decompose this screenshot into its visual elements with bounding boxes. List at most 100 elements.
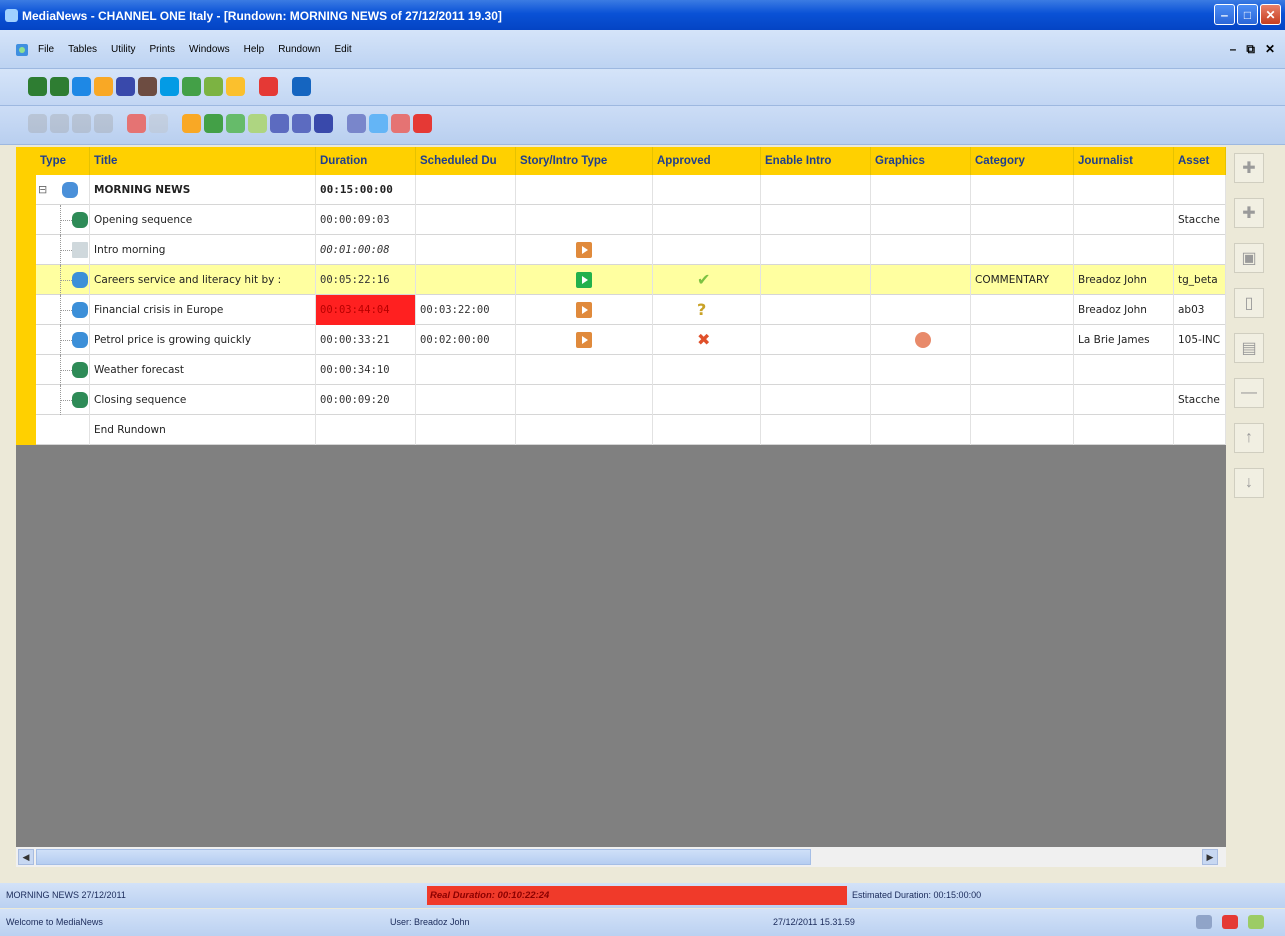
mdi-document-icon[interactable]	[14, 42, 30, 58]
table-row[interactable]: Careers service and literacy hit by :00:…	[16, 265, 1226, 295]
menu-help[interactable]: Help	[244, 44, 265, 55]
add-story-icon[interactable]: ✚	[1234, 153, 1264, 183]
column-header-enable-intro[interactable]: Enable Intro	[761, 147, 871, 175]
menu-rundown[interactable]: Rundown	[278, 44, 320, 55]
menu-prints[interactable]: Prints	[149, 44, 175, 55]
copy-story-icon[interactable]: ▤	[1234, 333, 1264, 363]
separator-icon[interactable]: —	[1234, 378, 1264, 408]
pending-approval-icon[interactable]: ?	[697, 295, 706, 325]
media-icon[interactable]	[138, 77, 157, 96]
graphics-icon[interactable]	[915, 332, 931, 348]
table-row[interactable]: ⊟ MORNING NEWS 00:15:00:00	[16, 175, 1226, 205]
close-button[interactable]: ✕	[1260, 4, 1281, 25]
menu-windows[interactable]: Windows	[189, 44, 230, 55]
mdi-close-button[interactable]: ✕	[1265, 42, 1275, 57]
row-indicator[interactable]	[16, 355, 36, 385]
table-row[interactable]: Weather forecast 00:00:34:10	[16, 355, 1226, 385]
column-header-duration[interactable]: Duration	[316, 147, 416, 175]
rundown-list-icon[interactable]	[50, 77, 69, 96]
table-row[interactable]: Opening sequence 00:00:09:03 Stacche	[16, 205, 1226, 235]
table-row[interactable]: Intro morning 00:01:00:08	[16, 235, 1226, 265]
paste-icon[interactable]	[72, 114, 91, 133]
column-header-category[interactable]: Category	[971, 147, 1074, 175]
story-icon[interactable]	[72, 77, 91, 96]
intro-type-icon[interactable]	[576, 302, 592, 318]
cut-icon[interactable]	[94, 114, 113, 133]
horizontal-scrollbar[interactable]: ◀ ▶	[16, 847, 1226, 867]
approved-cell	[653, 235, 761, 265]
row-indicator[interactable]	[16, 325, 36, 355]
row-indicator[interactable]	[16, 235, 36, 265]
globe-icon[interactable]	[1196, 915, 1212, 929]
users-icon[interactable]	[226, 114, 245, 133]
row-indicator[interactable]	[16, 175, 36, 205]
approved-check-icon[interactable]: ✔	[697, 265, 710, 295]
move-down-icon[interactable]	[391, 114, 410, 133]
table-row[interactable]: Closing sequence 00:00:09:20 Stacche	[16, 385, 1226, 415]
exit-icon[interactable]	[259, 77, 278, 96]
page-icon[interactable]: ▯	[1234, 288, 1264, 318]
group-icon[interactable]	[204, 77, 223, 96]
scroll-thumb[interactable]	[36, 849, 811, 865]
column-header-type[interactable]: Type	[36, 147, 90, 175]
scroll-left-arrow[interactable]: ◀	[18, 849, 34, 865]
intro-type-icon[interactable]	[576, 332, 592, 348]
assets-icon[interactable]	[116, 77, 135, 96]
column-header-story-intro-type[interactable]: Story/Intro Type	[516, 147, 653, 175]
archive-icon[interactable]	[94, 77, 113, 96]
column-header-title[interactable]: Title	[90, 147, 316, 175]
column-header-scheduled-du[interactable]: Scheduled Du	[416, 147, 516, 175]
stop-icon[interactable]	[413, 114, 432, 133]
collapse-icon[interactable]: ⊟	[38, 175, 47, 205]
help-icon[interactable]	[292, 77, 311, 96]
clip-icon[interactable]	[149, 114, 168, 133]
save-icon[interactable]	[314, 114, 333, 133]
table-row[interactable]: End Rundown	[16, 415, 1226, 445]
redo-icon[interactable]	[292, 114, 311, 133]
row-indicator[interactable]	[16, 205, 36, 235]
rundown-icon[interactable]	[28, 77, 47, 96]
rejected-icon[interactable]: ✖	[697, 325, 710, 355]
row-indicator[interactable]	[16, 385, 36, 415]
users-status-icon[interactable]	[1248, 915, 1264, 929]
new-story-icon[interactable]	[28, 114, 47, 133]
insert-icon[interactable]: ▣	[1234, 243, 1264, 273]
move-up-icon[interactable]	[369, 114, 388, 133]
story-type-icon[interactable]	[576, 272, 592, 288]
calendar-icon[interactable]	[226, 77, 245, 96]
row-indicator[interactable]	[16, 295, 36, 325]
table-row[interactable]: Financial crisis in Europe 00:03:44:04 00:…	[16, 295, 1226, 325]
row-indicator[interactable]	[16, 415, 36, 445]
add-item-icon[interactable]: ✚	[1234, 198, 1264, 228]
menu-edit[interactable]: Edit	[334, 44, 351, 55]
scroll-right-arrow[interactable]: ▶	[1202, 849, 1218, 865]
users-icon[interactable]	[182, 77, 201, 96]
minimize-button[interactable]: ‒	[1214, 4, 1235, 25]
search-icon[interactable]	[160, 77, 179, 96]
maximize-button[interactable]: □	[1237, 4, 1258, 25]
move-down-icon[interactable]: ↓	[1234, 468, 1264, 498]
disconnect-icon[interactable]	[1222, 915, 1238, 929]
tools-icon[interactable]	[347, 114, 366, 133]
column-header-approved[interactable]: Approved	[653, 147, 761, 175]
approve-icon[interactable]	[182, 114, 201, 133]
menu-tables[interactable]: Tables	[68, 44, 97, 55]
menu-utility[interactable]: Utility	[111, 44, 135, 55]
assign-icon[interactable]	[248, 114, 267, 133]
menu-file[interactable]: File	[38, 44, 54, 55]
move-up-icon[interactable]: ↑	[1234, 423, 1264, 453]
intro-type-icon[interactable]	[576, 242, 592, 258]
mdi-minimize-button[interactable]: –	[1230, 42, 1237, 57]
row-indicator[interactable]	[16, 265, 36, 295]
mdi-restore-button[interactable]: ⧉	[1246, 42, 1255, 57]
column-header-journalist[interactable]: Journalist	[1074, 147, 1174, 175]
duration-cell: 00:15:00:00	[316, 175, 416, 205]
column-header-graphics[interactable]: Graphics	[871, 147, 971, 175]
rundown-status-bar: MORNING NEWS 27/12/2011 Real Duration: 0…	[0, 883, 1285, 908]
column-header-asset[interactable]: Asset	[1174, 147, 1226, 175]
play-icon[interactable]	[204, 114, 223, 133]
copy-icon[interactable]	[50, 114, 69, 133]
graphics-icon[interactable]	[127, 114, 146, 133]
table-row[interactable]: Petrol price is growing quickly 00:00:33:…	[16, 325, 1226, 355]
undo-icon[interactable]	[270, 114, 289, 133]
